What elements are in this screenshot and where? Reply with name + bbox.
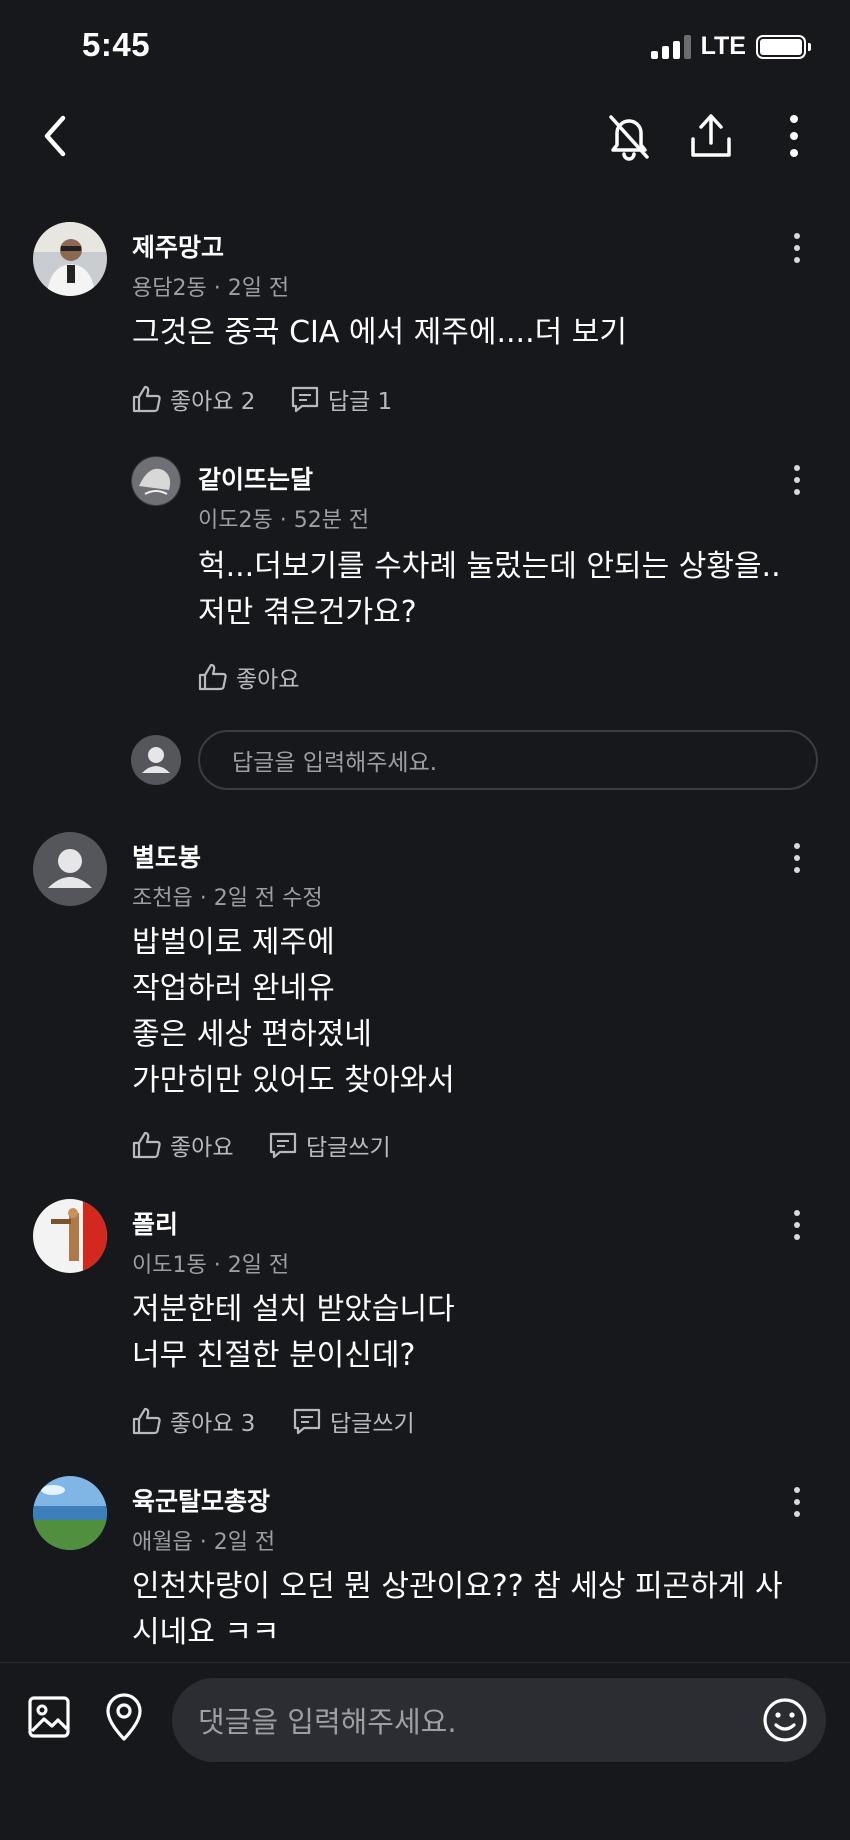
comment-meta: 용담2동 · 2일 전 <box>132 276 290 301</box>
thumbs-up-icon <box>132 385 161 413</box>
comment-more-button[interactable] <box>782 838 812 878</box>
like-label: 좋아요 3 <box>170 1411 256 1437</box>
thumbs-up-icon <box>132 1407 161 1435</box>
reply-avatar[interactable] <box>131 456 181 506</box>
comment-text-line[interactable]: 좋은 세상 편하졌네 <box>132 1012 372 1058</box>
reply-label: 답글쓰기 <box>306 1135 391 1161</box>
comment-meta: 애월읍 · 2일 전 <box>132 1530 276 1555</box>
chevron-left-icon[interactable] <box>28 108 84 164</box>
image-icon[interactable] <box>19 1687 79 1747</box>
comment-author[interactable]: 제주망고 <box>132 228 224 264</box>
like-button[interactable]: 좋아요 <box>132 1128 233 1162</box>
reply-label: 답글쓰기 <box>330 1411 415 1437</box>
comment-text-line[interactable]: 인천차량이 오던 뭔 상관이요?? 참 세상 피곤하게 사 <box>132 1564 783 1610</box>
reply-label: 답글 1 <box>328 389 393 415</box>
status-time: 5:45 <box>82 26 151 63</box>
nav-bar <box>0 100 850 172</box>
comment-text-line[interactable]: 저분한테 설치 받았습니다 <box>132 1287 455 1333</box>
comment-meta: 이도1동 · 2일 전 <box>132 1253 290 1278</box>
share-icon[interactable] <box>683 108 739 164</box>
like-label: 좋아요 <box>170 1135 234 1161</box>
status-indicators: LTE <box>650 32 811 61</box>
my-avatar <box>131 735 181 785</box>
like-label: 좋아요 <box>236 667 300 693</box>
comment-text-line[interactable]: 너무 친절한 분이신데? <box>132 1333 415 1379</box>
comment-more-button[interactable] <box>782 1482 812 1522</box>
comment-input[interactable]: 댓글을 입력해주세요. <box>172 1678 826 1762</box>
reply-text-line[interactable]: 헉...더보기를 수차례 눌렀는데 안되는 상황을.. <box>198 544 781 590</box>
battery-icon <box>756 34 811 59</box>
comment-icon <box>269 1132 297 1159</box>
status-bar: 5:45 LTE <box>0 0 850 90</box>
reply-button[interactable]: 답글쓰기 <box>268 1128 391 1162</box>
avatar[interactable] <box>33 222 107 296</box>
like-button[interactable]: 좋아요 2 <box>132 382 255 416</box>
comment-icon <box>293 1408 321 1435</box>
avatar[interactable] <box>33 1199 107 1273</box>
reply-button[interactable]: 답글 1 <box>290 382 392 416</box>
comment-author[interactable]: 육군탈모총장 <box>132 1482 270 1518</box>
more-vertical-icon[interactable] <box>766 108 822 164</box>
comment-icon <box>291 386 319 413</box>
reply-like-button[interactable]: 좋아요 <box>198 660 299 694</box>
reply-text-line[interactable]: 저만 겪은건가요? <box>198 590 417 636</box>
reply-input[interactable]: 답글을 입력해주세요. <box>198 730 818 790</box>
comment-text-line[interactable]: 작업하러 완네유 <box>132 966 335 1012</box>
thumbs-up-icon <box>132 1131 161 1159</box>
comment-text-line[interactable]: 시네요 ㅋㅋ <box>132 1610 280 1656</box>
avatar[interactable] <box>33 1476 107 1550</box>
comment-more-button[interactable] <box>782 1205 812 1245</box>
comment-meta: 조천읍 · 2일 전 수정 <box>132 886 323 911</box>
comment-text-line[interactable]: 가만히만 있어도 찾아와서 <box>132 1058 455 1104</box>
reply-button[interactable]: 답글쓰기 <box>292 1404 415 1438</box>
comment-author[interactable]: 별도봉 <box>132 838 201 874</box>
comment-text-line[interactable]: 밥벌이로 제주에 <box>132 920 335 966</box>
smile-icon[interactable] <box>755 1690 815 1750</box>
reply-meta: 이도2동 · 52분 전 <box>198 508 370 533</box>
reply-more-button[interactable] <box>782 460 812 500</box>
comment-compose-bar: 댓글을 입력해주세요. <box>0 1662 850 1840</box>
like-button[interactable]: 좋아요 3 <box>132 1404 255 1438</box>
comment-more-button[interactable] <box>782 228 812 268</box>
avatar[interactable] <box>33 832 107 906</box>
location-pin-icon[interactable] <box>94 1687 154 1747</box>
comment-text[interactable]: 그것은 중국 CIA 에서 제주에....더 보기 <box>132 310 627 356</box>
bell-off-icon[interactable] <box>601 108 657 164</box>
network-type: LTE <box>700 32 746 60</box>
thumbs-up-icon <box>198 663 227 691</box>
comment-author[interactable]: 폴리 <box>132 1205 178 1241</box>
reply-author[interactable]: 같이뜨는달 <box>198 460 313 496</box>
like-label: 좋아요 2 <box>170 389 256 415</box>
signal-icon <box>650 34 691 59</box>
